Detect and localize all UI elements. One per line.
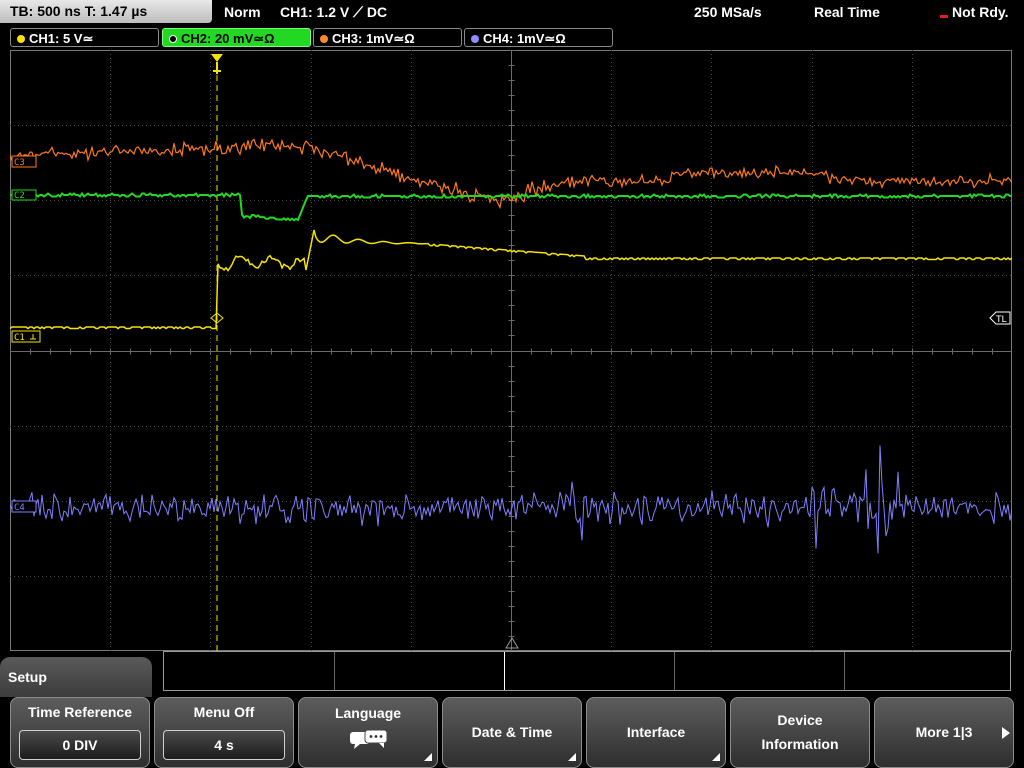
zoom-overview-bar[interactable] bbox=[163, 651, 1011, 691]
date-time-button[interactable]: Date & Time bbox=[442, 697, 582, 768]
ch3-tab-label: CH3: 1mV≃Ω bbox=[332, 31, 415, 46]
ch4-tab-label: CH4: 1mV≃Ω bbox=[483, 31, 566, 46]
ch3-offset-marker[interactable]: C3 bbox=[11, 155, 37, 168]
sample-rate: 250 MSa/s bbox=[694, 4, 762, 20]
submenu-indicator-icon bbox=[568, 753, 576, 761]
trigger-position-marker-icon[interactable] bbox=[211, 54, 223, 62]
ch1-tab-label: CH1: 5 V≃ bbox=[29, 31, 94, 46]
interface-label: Interface bbox=[626, 724, 686, 740]
language-button[interactable]: Language bbox=[298, 697, 438, 768]
interface-button[interactable]: Interface bbox=[586, 697, 726, 768]
channel-tab-ch4[interactable]: CH4: 1mV≃Ω bbox=[464, 28, 613, 47]
channel-tab-ch2[interactable]: CH2: 20 mV≃Ω bbox=[162, 28, 311, 47]
date-time-label: Date & Time bbox=[471, 724, 553, 740]
more-label: More 1|3 bbox=[915, 724, 973, 740]
time-reference-value: 0 DIV bbox=[19, 730, 141, 760]
ch4-dot-icon bbox=[471, 35, 479, 43]
ch2-tab-label: CH2: 20 mV≃Ω bbox=[181, 31, 275, 46]
device-information-label-1: Device bbox=[777, 712, 823, 728]
menu-title: Setup bbox=[0, 657, 152, 697]
ch4-marker-label: C4 bbox=[14, 503, 25, 513]
acquisition-state: Not Rdy. bbox=[940, 0, 1009, 24]
play-arrow-icon bbox=[1002, 727, 1010, 739]
menu-off-value: 4 s bbox=[163, 730, 285, 760]
time-reference-button[interactable]: Time Reference 0 DIV bbox=[10, 697, 150, 768]
ch3-dot-icon bbox=[320, 35, 328, 43]
trigger-level-label: TL bbox=[995, 315, 1007, 325]
more-button[interactable]: More 1|3 bbox=[874, 697, 1014, 768]
time-reference-label: Time Reference bbox=[27, 704, 132, 720]
ch1-offset-marker[interactable]: C1 bbox=[11, 330, 41, 343]
channel-tab-ch3[interactable]: CH3: 1mV≃Ω bbox=[313, 28, 462, 47]
ch4-offset-marker[interactable]: C4 bbox=[11, 500, 37, 513]
language-label: Language bbox=[334, 705, 402, 721]
ch2-offset-marker[interactable]: C2 bbox=[11, 189, 37, 201]
device-information-label-2: Information bbox=[761, 736, 839, 752]
submenu-indicator-icon bbox=[424, 753, 432, 761]
submenu-indicator-icon bbox=[712, 753, 720, 761]
ch2-marker-label: C2 bbox=[14, 191, 25, 201]
channel-tab-ch1[interactable]: CH1: 5 V≃ bbox=[10, 28, 159, 47]
speech-bubbles-icon bbox=[350, 729, 388, 749]
trigger-source[interactable]: CH1: 1.2 V ⟋ DC bbox=[280, 0, 387, 24]
waveform-display[interactable]: C3 C2 C1 C4 TL bbox=[10, 50, 1012, 651]
menu-off-label: Menu Off bbox=[193, 704, 255, 720]
trigger-level-marker[interactable]: TL bbox=[989, 311, 1011, 325]
trigger-mode[interactable]: Norm bbox=[224, 0, 261, 24]
menu-off-button[interactable]: Menu Off 4 s bbox=[154, 697, 294, 768]
ch1-marker-label: C1 bbox=[14, 333, 25, 343]
acquisition-mode: Real Time bbox=[814, 4, 880, 20]
device-information-button[interactable]: Device Information bbox=[730, 697, 870, 768]
grid-ticks bbox=[10, 50, 1012, 651]
ch3-marker-label: C3 bbox=[14, 158, 25, 168]
ch2-dot-icon bbox=[169, 35, 177, 43]
ch1-dot-icon bbox=[17, 35, 25, 43]
timebase-readout[interactable]: TB: 500 ns T: 1.47 µs bbox=[0, 0, 212, 23]
